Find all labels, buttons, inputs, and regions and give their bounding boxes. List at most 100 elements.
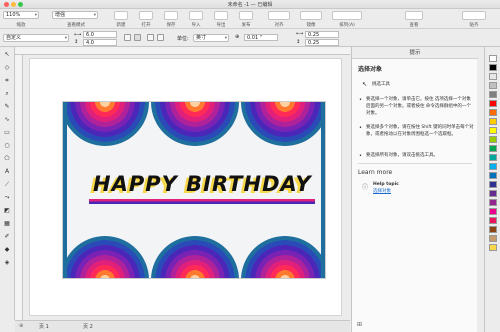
all-pages-icon[interactable] — [147, 34, 154, 41]
concentric-semicircle — [241, 236, 325, 278]
color-swatch[interactable] — [489, 208, 497, 215]
snap-label: 贴齐 — [469, 23, 479, 28]
crop-tool-icon[interactable]: ⌗ — [3, 77, 11, 85]
section-title: 选择对象 — [358, 66, 383, 73]
color-swatch[interactable] — [489, 226, 497, 233]
portrait-icon[interactable] — [124, 34, 131, 41]
color-swatch[interactable] — [489, 154, 497, 161]
color-swatch[interactable] — [489, 100, 497, 107]
save-button[interactable] — [164, 11, 178, 20]
rectangle-tool-icon[interactable]: ▭ — [3, 129, 11, 137]
import-button[interactable] — [189, 11, 203, 20]
horizontal-ruler[interactable] — [15, 47, 350, 55]
color-swatch[interactable] — [489, 118, 497, 125]
lock-icon[interactable]: ⊞ — [357, 321, 362, 328]
color-swatch[interactable] — [489, 244, 497, 251]
color-swatch[interactable] — [489, 82, 497, 89]
color-swatch[interactable] — [489, 181, 497, 188]
interactive-fill-icon[interactable]: ◆ — [3, 246, 11, 254]
nudge-icon: ⊕ — [235, 34, 240, 40]
mirror-label: 镜像 — [306, 23, 316, 28]
open-button[interactable] — [139, 11, 153, 20]
units-label: 单位: — [177, 36, 189, 42]
bullet-icon: • — [359, 125, 362, 131]
chevron-down-icon: ▾ — [224, 36, 227, 41]
color-swatch[interactable] — [489, 145, 497, 152]
parallel-dimension-icon[interactable]: ⟋ — [3, 181, 11, 189]
tab-page-1[interactable]: 页 1 — [39, 323, 49, 331]
page-width-field[interactable]: 6.0 — [83, 31, 117, 38]
concentric-semicircle — [63, 102, 149, 146]
ellipse-tool-icon[interactable]: ○ — [3, 142, 11, 150]
help-topic-link[interactable]: 选择对象 — [373, 188, 391, 195]
units-select[interactable]: 英寸 ▾ — [193, 34, 229, 42]
zoom-tool-icon[interactable]: ⌕ — [3, 90, 11, 98]
color-swatch[interactable] — [489, 91, 497, 98]
panel-header: 提示 — [352, 47, 478, 59]
info-icon: ⓘ — [362, 184, 369, 191]
arrange-button[interactable] — [332, 11, 362, 20]
add-page-icon[interactable]: ⊕ — [19, 323, 23, 329]
headline-text[interactable]: HAPPY BIRTHDAY — [93, 172, 323, 196]
color-swatch[interactable] — [489, 190, 497, 197]
smart-fill-icon[interactable]: ◈ — [3, 259, 11, 267]
duplicate-x-field[interactable]: 0.25 — [305, 31, 339, 38]
view-button[interactable] — [405, 11, 423, 20]
snap-button[interactable] — [462, 11, 486, 20]
align-button[interactable] — [268, 11, 290, 20]
page-height-field[interactable]: 4.0 — [83, 39, 117, 46]
export-button[interactable] — [214, 11, 228, 20]
new-button[interactable] — [114, 11, 128, 20]
learn-more-heading: Learn more — [358, 169, 393, 176]
nudge-distance-field[interactable]: 0.01 " — [244, 34, 278, 41]
pick-tool-icon[interactable]: ↖ — [3, 51, 11, 59]
mirror-button[interactable] — [300, 11, 322, 20]
drop-shadow-icon[interactable]: ◩ — [3, 207, 11, 215]
color-swatch[interactable] — [489, 217, 497, 224]
chevron-down-icon: ▾ — [93, 13, 96, 18]
page[interactable]: HAPPY BIRTHDAY — [29, 58, 342, 316]
landscape-icon[interactable] — [134, 34, 141, 41]
publish-button[interactable] — [239, 11, 253, 20]
color-palette — [484, 47, 500, 332]
vertical-ruler[interactable] — [15, 55, 23, 320]
zoom-label: 缩放 — [16, 23, 26, 28]
color-swatch[interactable] — [489, 55, 497, 62]
color-swatch[interactable] — [489, 64, 497, 71]
divider — [358, 163, 472, 164]
color-swatch[interactable] — [489, 109, 497, 116]
artistic-media-icon[interactable]: ∿ — [3, 116, 11, 124]
current-page-icon[interactable] — [157, 34, 164, 41]
text-tool-icon[interactable]: A — [3, 168, 11, 176]
eyedropper-tool-icon[interactable]: ✐ — [3, 233, 11, 241]
bullet-icon: • — [359, 153, 362, 159]
align-label: 对齐 — [274, 23, 284, 28]
shape-tool-icon[interactable]: ◇ — [3, 64, 11, 72]
window-title: 未命名 -1 — 已编辑 — [227, 2, 273, 8]
transparency-tool-icon[interactable]: ▦ — [3, 220, 11, 228]
polygon-tool-icon[interactable]: ⬠ — [3, 155, 11, 163]
color-swatch[interactable] — [489, 172, 497, 179]
connector-tool-icon[interactable]: ⤳ — [3, 194, 11, 202]
birthday-card-artwork[interactable]: HAPPY BIRTHDAY — [62, 101, 326, 279]
color-swatch[interactable] — [489, 235, 497, 242]
hint-bullet-2: 要选择多个对象，请在按住 Shift 键的同时单击每个对象，或者拖动以在对象周围… — [366, 125, 474, 137]
drawing-canvas[interactable]: HAPPY BIRTHDAY — [23, 55, 350, 320]
color-swatch[interactable] — [489, 73, 497, 80]
toolbox: ↖ ◇ ⌗ ⌕ ✎ ∿ ▭ ○ ⬠ A ⟋ ⤳ ◩ ▦ ✐ ◆ ◈ — [0, 47, 15, 320]
color-swatch[interactable] — [489, 136, 497, 143]
freehand-tool-icon[interactable]: ✎ — [3, 103, 11, 111]
color-swatch[interactable] — [489, 199, 497, 206]
concentric-semicircle — [63, 236, 149, 278]
duplicate-y-field[interactable]: 0.25 — [305, 39, 339, 46]
concentric-semicircle — [151, 102, 239, 146]
page-preset-select[interactable]: 自定义 ▾ — [3, 34, 69, 42]
zoom-select[interactable]: 110% ▾ — [3, 11, 39, 19]
left-border-bar — [63, 102, 67, 278]
view-mode-select[interactable]: 增强 ▾ — [52, 11, 98, 19]
chevron-down-icon: ▾ — [64, 36, 67, 41]
color-swatch[interactable] — [489, 127, 497, 134]
help-topic-title: Help topic — [373, 182, 399, 187]
tab-page-2[interactable]: 页 2 — [83, 323, 93, 331]
color-swatch[interactable] — [489, 163, 497, 170]
